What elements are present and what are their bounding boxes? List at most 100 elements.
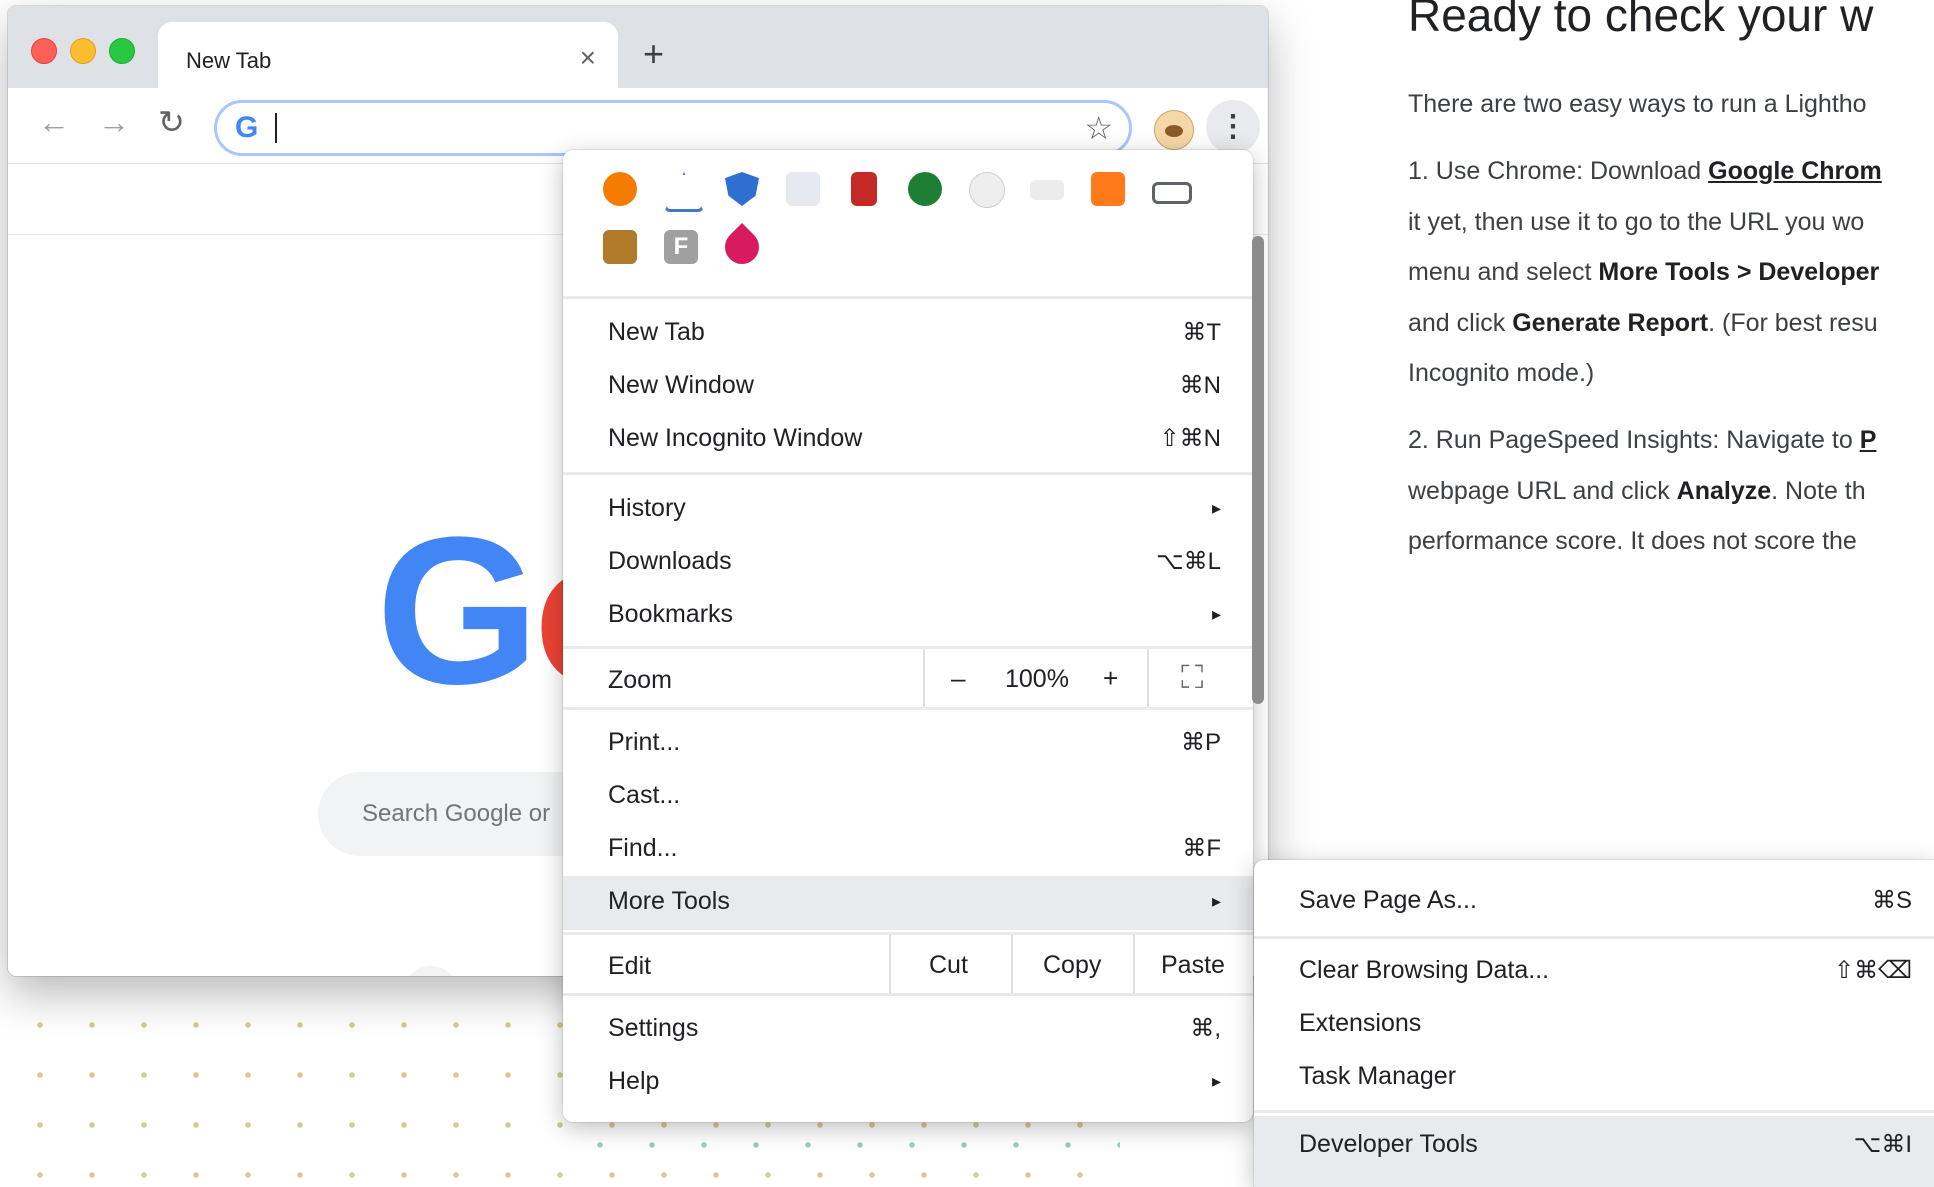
- copy-button[interactable]: Copy: [1011, 935, 1133, 993]
- close-window-button[interactable]: [31, 38, 57, 64]
- menu-separator: [1254, 1110, 1934, 1113]
- chrome-menu-button[interactable]: ⋮: [1206, 100, 1260, 154]
- submenu-arrow-icon: ▸: [1211, 604, 1221, 624]
- shield-icon[interactable]: [725, 172, 759, 206]
- tab-new-tab[interactable]: New Tab ×: [158, 22, 618, 92]
- submenu-arrow-icon: ▸: [1211, 498, 1221, 518]
- back-icon[interactable]: ←: [38, 106, 70, 138]
- react-icon[interactable]: [786, 172, 820, 206]
- article-paragraph: 1. Use Chrome: Download Google Chrom: [1408, 157, 1882, 185]
- shortcut-label: ⇧⌘N: [1159, 425, 1221, 452]
- article-paragraph: 2. Run PageSpeed Insights: Navigate to P: [1408, 426, 1877, 454]
- reload-icon[interactable]: ↻: [158, 106, 185, 138]
- tab-title: New Tab: [186, 48, 272, 73]
- minimize-window-button[interactable]: [70, 38, 96, 64]
- profile-avatar[interactable]: [1154, 110, 1194, 150]
- menu-separator: [563, 993, 1253, 996]
- tab-strip: New Tab × +: [8, 6, 1268, 92]
- shortcut-label: ⇧⌘⌫: [1833, 957, 1912, 984]
- submenu-arrow-icon: ▸: [1211, 1071, 1221, 1091]
- menu-item-label: New Tab: [608, 318, 705, 346]
- fullscreen-icon[interactable]: ⛶: [1181, 659, 1203, 697]
- zoom-label: Zoom: [608, 666, 672, 694]
- shortcut-label: ⌘F: [1182, 835, 1221, 862]
- shortcut-label: ⌥⌘L: [1155, 548, 1221, 575]
- menu-separator: [563, 472, 1253, 475]
- shortcut-label: ⌘S: [1871, 887, 1912, 914]
- google-g-icon: G: [235, 111, 259, 144]
- menu-item-label: Help: [608, 1067, 660, 1095]
- tab-close-icon[interactable]: ×: [580, 42, 596, 74]
- laptop-icon[interactable]: [1152, 182, 1192, 204]
- menu-item-label: Task Manager: [1299, 1062, 1457, 1090]
- menu-item-label: Save Page As...: [1299, 886, 1477, 914]
- menu-item-label: More Tools: [608, 887, 730, 915]
- submenu-arrow-icon: ▸: [1211, 891, 1221, 911]
- fullscreen-cell: ⛶: [1147, 649, 1255, 707]
- menu-item-label: Print...: [608, 728, 681, 756]
- zoom-level: 100%: [1005, 665, 1069, 693]
- ghost-icon[interactable]: [969, 172, 1005, 208]
- article-paragraph: webpage URL and click Analyze. Note th: [1408, 477, 1866, 505]
- submenu-item-developer-tools[interactable]: Developer Tools ⌥⌘I: [1254, 1116, 1934, 1187]
- article-paragraph: Incognito mode.): [1408, 359, 1595, 387]
- paste-label: Paste: [1161, 951, 1225, 979]
- edit-label: Edit: [608, 952, 652, 980]
- menu-scrollbar[interactable]: [1252, 236, 1264, 704]
- zoom-in-button[interactable]: +: [1103, 663, 1118, 694]
- article-paragraph: There are two easy ways to run a Lightho: [1408, 90, 1867, 118]
- menu-item-label: Bookmarks: [608, 600, 734, 628]
- menu-item-label: Find...: [608, 834, 678, 862]
- article-paragraph: performance score. It does not score the: [1408, 527, 1857, 555]
- chrome-main-menu: F New Tab ⌘T New Window ⌘N New Incognito…: [563, 150, 1253, 1122]
- maximize-window-button[interactable]: [109, 38, 135, 64]
- paste-button[interactable]: Paste: [1133, 935, 1255, 993]
- google-chrome-link[interactable]: Google Chrom: [1708, 157, 1882, 185]
- book-icon[interactable]: [603, 230, 637, 264]
- menu-item-label: New Window: [608, 371, 754, 399]
- calculator-icon[interactable]: [851, 172, 877, 206]
- shortcut-label: ⌥⌘I: [1853, 1131, 1912, 1158]
- article-paragraph: menu and select More Tools > Developer: [1408, 258, 1880, 286]
- shortcut-label: ⌘P: [1180, 729, 1221, 756]
- check-icon[interactable]: [908, 172, 942, 206]
- menu-item-label: History: [608, 494, 686, 522]
- search-placeholder: Search Google or: [362, 800, 551, 827]
- omnibox[interactable]: G ☆: [214, 100, 1132, 156]
- text-cursor: [275, 113, 277, 143]
- menu-item-label: Clear Browsing Data...: [1299, 956, 1550, 984]
- axe-icon[interactable]: [664, 172, 704, 212]
- menu-item-more-tools[interactable]: More Tools ▸: [563, 876, 1253, 930]
- menu-item-label: Extensions: [1299, 1009, 1422, 1037]
- menu-item-label: Downloads: [608, 547, 732, 575]
- f-icon[interactable]: F: [664, 230, 698, 264]
- keyhole-icon[interactable]: [603, 172, 637, 206]
- menu-item-label: New Incognito Window: [608, 424, 863, 452]
- cut-button[interactable]: Cut: [889, 935, 1011, 993]
- chart-icon[interactable]: [1091, 172, 1125, 206]
- shortcut-label: ⌘,: [1190, 1015, 1221, 1042]
- zoom-controls: – 100% +: [923, 649, 1147, 707]
- menu-separator: [1254, 936, 1934, 939]
- menu-separator: [563, 707, 1253, 710]
- shortcut-label: ⌘T: [1182, 319, 1221, 346]
- article-content: Ready to check your w There are two easy…: [1408, 0, 1934, 580]
- forward-icon[interactable]: →: [98, 106, 130, 138]
- new-tab-button[interactable]: +: [643, 36, 664, 72]
- zoom-out-button[interactable]: –: [951, 663, 965, 694]
- shortcut-tile[interactable]: [403, 966, 459, 976]
- article-paragraph: and click Generate Report. (For best res…: [1408, 309, 1878, 337]
- bookmark-star-icon[interactable]: ☆: [1084, 109, 1113, 147]
- more-tools-submenu: Save Page As... ⌘S Clear Browsing Data..…: [1254, 860, 1934, 1187]
- cut-label: Cut: [929, 951, 968, 979]
- screen-icon[interactable]: [1030, 180, 1064, 200]
- menu-item-label: Settings: [608, 1014, 699, 1042]
- rocket-icon[interactable]: [717, 222, 767, 272]
- shortcut-label: ⌘N: [1179, 372, 1221, 399]
- menu-item-label: Cast...: [608, 781, 681, 809]
- article-heading: Ready to check your w: [1408, 0, 1874, 41]
- pagespeed-link[interactable]: P: [1860, 426, 1877, 454]
- menu-item-label: Developer Tools: [1299, 1130, 1478, 1158]
- copy-label: Copy: [1043, 951, 1102, 979]
- menu-separator: [563, 296, 1253, 299]
